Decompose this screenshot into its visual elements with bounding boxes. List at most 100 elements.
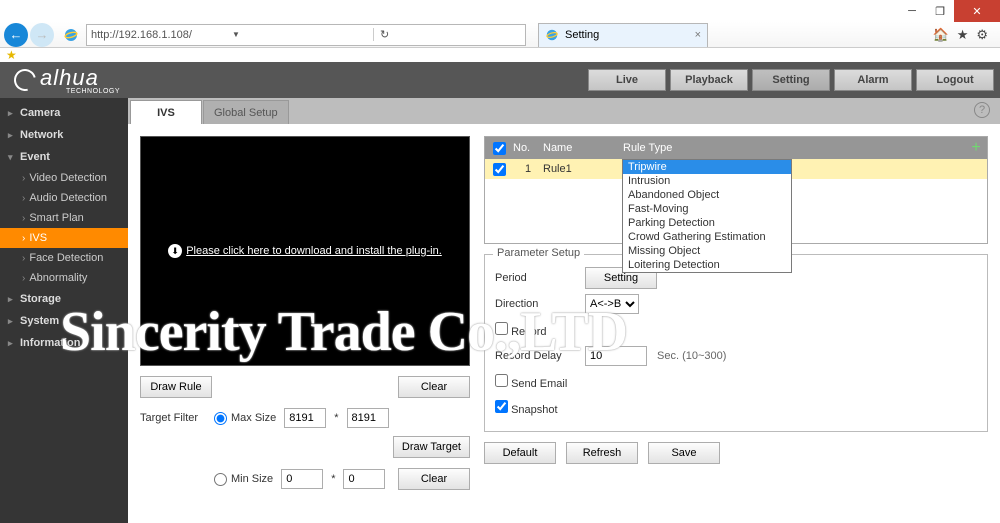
- record-delay-row: Record Delay Sec. (10~300): [495, 343, 977, 369]
- sidebar-item-information[interactable]: Information: [0, 332, 128, 354]
- min-size-radio-input[interactable]: [214, 473, 227, 486]
- nav-live[interactable]: Live: [588, 69, 666, 91]
- sidebar-item-system[interactable]: System: [0, 310, 128, 332]
- record-row: Record: [495, 317, 977, 343]
- min-size-row: Min Size * Clear: [140, 468, 470, 490]
- rule-table-body: 1 Rule1 Tripwire Intrusion Abandoned Obj…: [485, 159, 987, 243]
- plugin-download-link[interactable]: Please click here to download and instal…: [168, 244, 442, 258]
- rule-col-name: Name: [543, 142, 623, 154]
- sidebar-item-network[interactable]: Network: [0, 124, 128, 146]
- rule-row-no: 1: [513, 163, 543, 175]
- tab-strip: Setting ×: [538, 23, 708, 47]
- min-height-input[interactable]: [343, 469, 385, 489]
- send-email-checkbox[interactable]: Send Email: [495, 374, 567, 390]
- nav-setting[interactable]: Setting: [752, 69, 830, 91]
- record-checkbox-input[interactable]: [495, 322, 508, 335]
- dropdown-option[interactable]: Intrusion: [623, 174, 791, 188]
- max-height-input[interactable]: [347, 408, 389, 428]
- sidebar-item-abnormality[interactable]: Abnormality: [0, 268, 128, 288]
- dropdown-option[interactable]: Loitering Detection: [623, 258, 791, 272]
- refresh-icon[interactable]: ↻: [373, 28, 523, 41]
- snapshot-checkbox[interactable]: Snapshot: [495, 400, 558, 416]
- forward-button[interactable]: →: [30, 23, 54, 47]
- min-size-radio[interactable]: Min Size: [214, 473, 273, 486]
- direction-label: Direction: [495, 298, 575, 310]
- maximize-button[interactable]: ❐: [926, 0, 954, 22]
- sidebar-item-audio-detection[interactable]: Audio Detection: [0, 188, 128, 208]
- close-window-button[interactable]: ✕: [954, 0, 1000, 22]
- refresh-button[interactable]: Refresh: [566, 442, 638, 464]
- favorites-icon[interactable]: ★: [957, 27, 969, 43]
- target-filter-label: Target Filter: [140, 412, 206, 424]
- sidebar-item-storage[interactable]: Storage: [0, 288, 128, 310]
- max-size-radio-input[interactable]: [214, 412, 227, 425]
- size-sep: *: [334, 412, 338, 424]
- favorite-star-icon[interactable]: ★: [6, 48, 17, 62]
- clear-target-button[interactable]: Clear: [398, 468, 470, 490]
- dropdown-option[interactable]: Abandoned Object: [623, 188, 791, 202]
- sidebar-item-video-detection[interactable]: Video Detection: [0, 168, 128, 188]
- sidebar: Camera Network Event Video Detection Aud…: [0, 98, 128, 523]
- rule-col-type: Rule Type: [623, 142, 965, 154]
- app-root: alhua TECHNOLOGY Live Playback Setting A…: [0, 62, 1000, 523]
- tab-global-setup[interactable]: Global Setup: [203, 100, 289, 124]
- draw-rule-row: Draw Rule Clear: [140, 376, 470, 398]
- dropdown-option[interactable]: Tripwire: [623, 160, 791, 174]
- save-button[interactable]: Save: [648, 442, 720, 464]
- add-rule-icon[interactable]: +: [965, 139, 987, 157]
- bottom-buttons: Default Refresh Save: [484, 442, 988, 464]
- nav-playback[interactable]: Playback: [670, 69, 748, 91]
- direction-select[interactable]: A<->B: [585, 294, 639, 314]
- browser-chrome: ─ ❐ ✕ ← → http://192.168.1.108/ ▼ ↻ Sett…: [0, 0, 1000, 62]
- window-controls: ─ ❐ ✕: [0, 0, 1000, 22]
- browser-action-icons: 🏠 ★ ⚙: [933, 27, 997, 43]
- dropdown-option[interactable]: Crowd Gathering Estimation: [623, 230, 791, 244]
- tab-close-icon[interactable]: ×: [695, 29, 701, 41]
- dropdown-option[interactable]: Missing Object: [623, 244, 791, 258]
- draw-rule-button[interactable]: Draw Rule: [140, 376, 212, 398]
- record-delay-label: Record Delay: [495, 350, 575, 362]
- record-delay-input[interactable]: [585, 346, 647, 366]
- nav-logout[interactable]: Logout: [916, 69, 994, 91]
- sidebar-item-camera[interactable]: Camera: [0, 102, 128, 124]
- url-text: http://192.168.1.108/: [89, 29, 228, 41]
- rule-table: No. Name Rule Type + 1 Rule1: [484, 136, 988, 244]
- content-area: IVS Global Setup ? Please click here to …: [128, 98, 1000, 523]
- parameter-setup-group: Parameter Setup Period Setting Direction…: [484, 254, 988, 432]
- clear-rule-button[interactable]: Clear: [398, 376, 470, 398]
- size-sep-2: *: [331, 473, 335, 485]
- rule-row-checkbox[interactable]: [493, 163, 506, 176]
- video-column: Please click here to download and instal…: [140, 136, 470, 511]
- max-width-input[interactable]: [284, 408, 326, 428]
- tools-icon[interactable]: ⚙: [976, 27, 988, 43]
- browser-tab[interactable]: Setting ×: [538, 23, 708, 47]
- help-icon[interactable]: ?: [974, 102, 990, 118]
- sidebar-item-face-detection[interactable]: Face Detection: [0, 248, 128, 268]
- rule-select-all-checkbox[interactable]: [493, 142, 506, 155]
- browser-nav-bar: ← → http://192.168.1.108/ ▼ ↻ Setting × …: [0, 22, 1000, 48]
- snapshot-checkbox-input[interactable]: [495, 400, 508, 413]
- sidebar-item-ivs[interactable]: IVS: [0, 228, 128, 248]
- url-dropdown-icon[interactable]: ▼: [228, 30, 373, 39]
- draw-target-button[interactable]: Draw Target: [393, 436, 470, 458]
- address-bar[interactable]: http://192.168.1.108/ ▼ ↻: [86, 24, 526, 46]
- home-icon[interactable]: 🏠: [933, 27, 949, 43]
- min-width-input[interactable]: [281, 469, 323, 489]
- minimize-button[interactable]: ─: [898, 0, 926, 22]
- send-email-checkbox-input[interactable]: [495, 374, 508, 387]
- back-button[interactable]: ←: [4, 23, 28, 47]
- logo-ring-icon: [10, 65, 40, 95]
- default-button[interactable]: Default: [484, 442, 556, 464]
- logo-text: alhua: [40, 65, 99, 90]
- sidebar-item-event[interactable]: Event: [0, 146, 128, 168]
- tab-ivs[interactable]: IVS: [130, 100, 202, 124]
- nav-alarm[interactable]: Alarm: [834, 69, 912, 91]
- rule-row-name: Rule1: [543, 163, 623, 175]
- dropdown-option[interactable]: Parking Detection: [623, 216, 791, 230]
- record-checkbox[interactable]: Record: [495, 322, 547, 338]
- rule-type-dropdown[interactable]: Tripwire Intrusion Abandoned Object Fast…: [622, 159, 792, 273]
- app-body: Camera Network Event Video Detection Aud…: [0, 98, 1000, 523]
- sidebar-item-smart-plan[interactable]: Smart Plan: [0, 208, 128, 228]
- dropdown-option[interactable]: Fast-Moving: [623, 202, 791, 216]
- max-size-radio[interactable]: Max Size: [214, 412, 276, 425]
